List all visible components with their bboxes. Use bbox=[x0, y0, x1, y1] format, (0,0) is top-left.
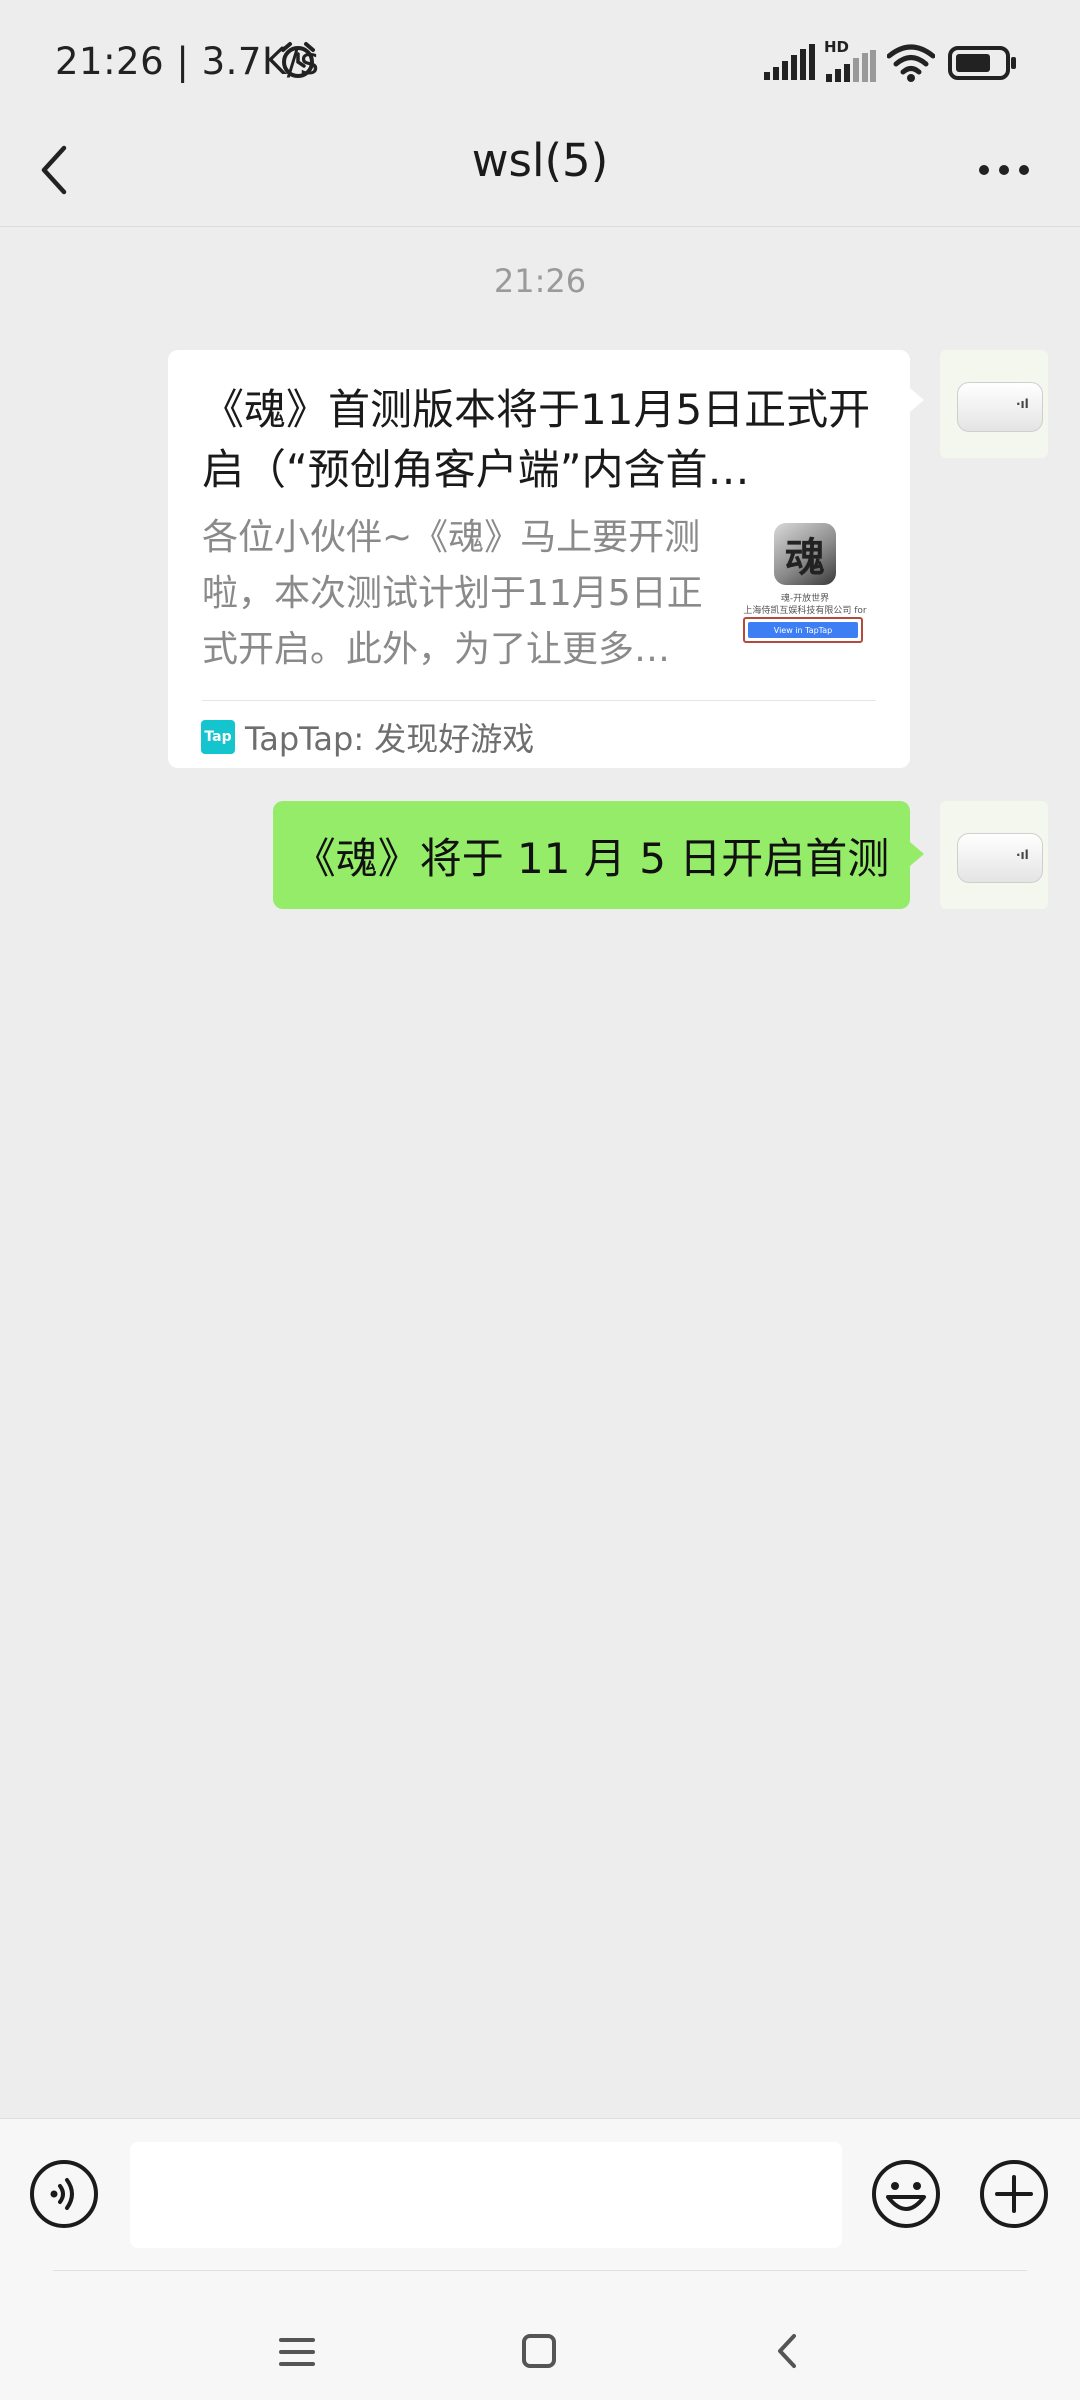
nav-divider bbox=[53, 2270, 1027, 2271]
game-app-icon: 魂 bbox=[774, 523, 836, 585]
link-card-thumbnail: 魂 魂-开放世界 上海侍凯互娱科技有限公司 for View in TapTap bbox=[731, 515, 879, 655]
link-card-divider bbox=[202, 700, 876, 701]
emoji-icon[interactable] bbox=[871, 2159, 941, 2229]
title-bar: wsl(5) bbox=[0, 118, 1080, 227]
alarm-icon bbox=[281, 42, 315, 78]
voice-icon[interactable] bbox=[29, 2159, 99, 2229]
back-icon[interactable] bbox=[772, 2330, 802, 2372]
text-message-bubble[interactable]: 《魂》将于 11 月 5 日开启首测 bbox=[273, 801, 910, 909]
message-input[interactable] bbox=[130, 2142, 842, 2248]
more-dots-icon[interactable] bbox=[976, 154, 1032, 186]
battery-icon bbox=[948, 46, 1016, 80]
bubble-tail bbox=[910, 842, 924, 866]
avatar-image: ·ıl bbox=[957, 382, 1043, 432]
avatar[interactable]: ·ıl bbox=[940, 801, 1048, 909]
thumbnail-button-frame: View in TapTap bbox=[743, 617, 863, 643]
thumbnail-developer: 上海侍凯互娱科技有限公司 for bbox=[743, 606, 867, 616]
hd-signal-icon bbox=[826, 50, 876, 82]
message-timestamp: 21:26 bbox=[493, 262, 587, 300]
plus-icon[interactable] bbox=[979, 2159, 1049, 2229]
input-bar bbox=[0, 2118, 1080, 2271]
menu-icon[interactable] bbox=[277, 2334, 317, 2370]
avatar[interactable]: ·ıl bbox=[940, 350, 1048, 458]
message-text: 《魂》将于 11 月 5 日开启首测 bbox=[293, 833, 890, 883]
link-card-message[interactable]: 《魂》首测版本将于11月5日正式开启（“预创角客户端”内含首… 各位小伙伴~《魂… bbox=[168, 350, 910, 768]
link-card-title: 《魂》首测版本将于11月5日正式开启（“预创角客户端”内含首… bbox=[202, 385, 871, 494]
bubble-tail bbox=[910, 388, 924, 412]
link-card-source: TapTap: 发现好游戏 bbox=[245, 720, 535, 758]
taptap-icon: Tap bbox=[201, 720, 235, 754]
home-icon[interactable] bbox=[520, 2332, 558, 2370]
link-card-description: 各位小伙伴~《魂》马上要开测啦，本次测试计划于11月5日正式开启。此外，为了让更… bbox=[202, 517, 703, 670]
thumbnail-button: View in TapTap bbox=[748, 622, 858, 638]
status-bar: 21:26 | 3.7K/s HD bbox=[0, 0, 1080, 118]
avatar-image: ·ıl bbox=[957, 833, 1043, 883]
system-nav-bar bbox=[0, 2270, 1080, 2400]
signal-icon bbox=[764, 44, 815, 80]
wifi-icon bbox=[887, 44, 935, 82]
chat-title: wsl(5) bbox=[471, 134, 609, 187]
